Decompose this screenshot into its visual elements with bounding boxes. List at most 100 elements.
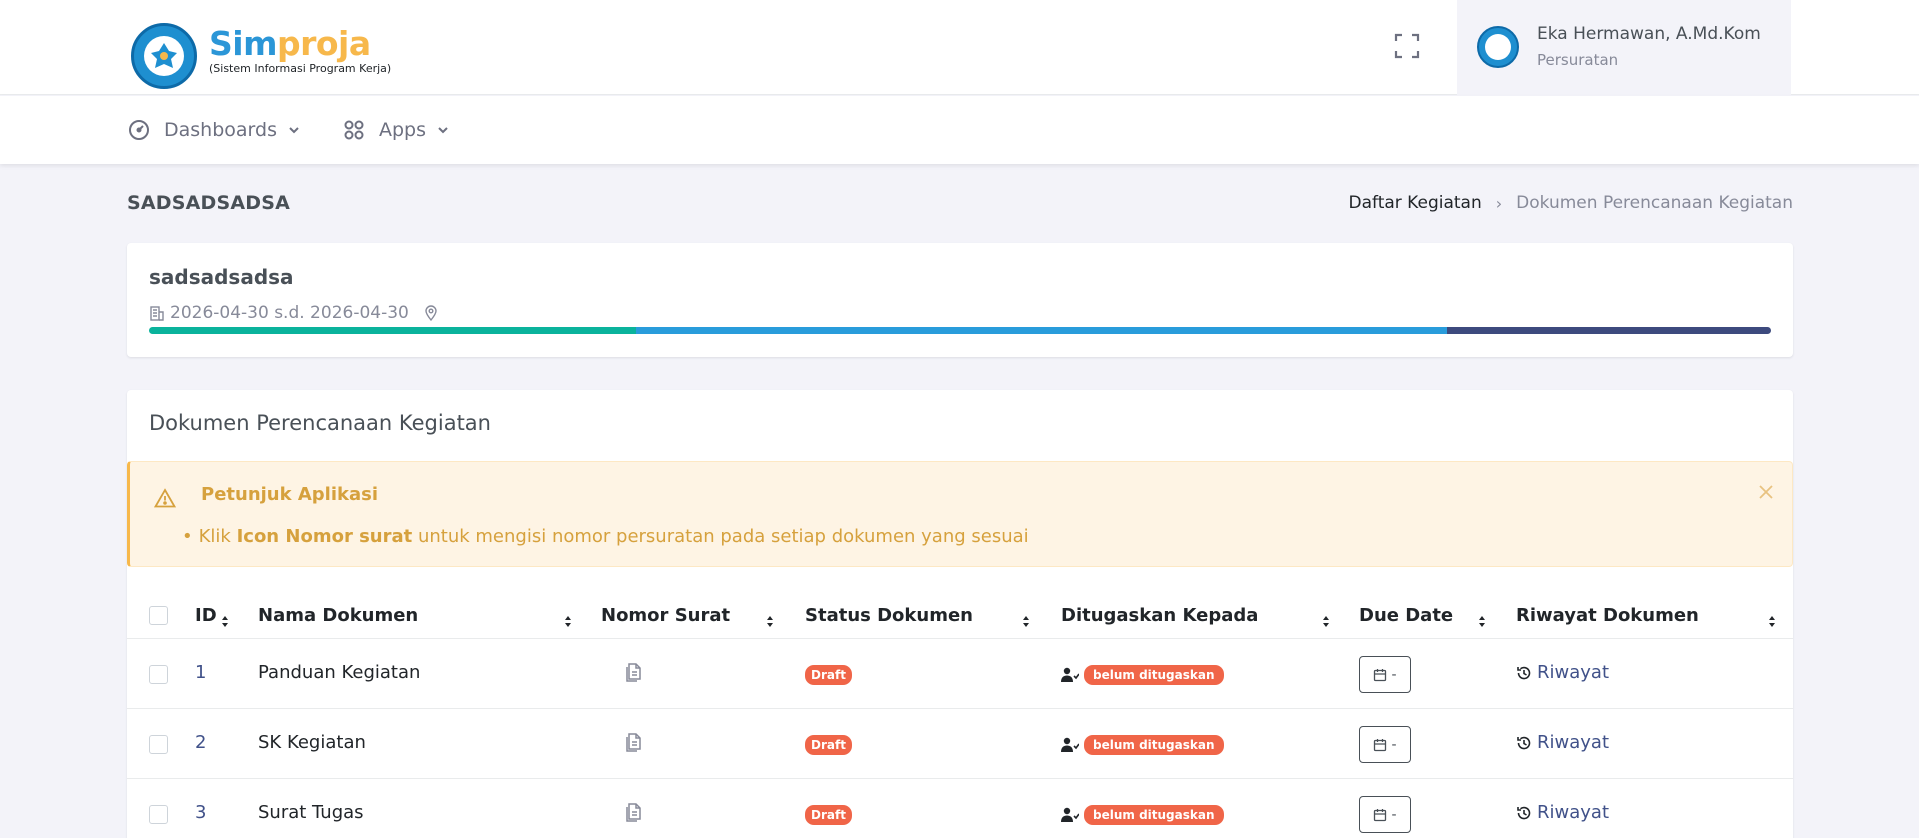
- activity-date-range: 2026-04-30 s.d. 2026-04-30: [170, 303, 409, 323]
- documents-card: Dokumen Perencanaan Kegiatan Petunjuk Ap…: [127, 390, 1793, 838]
- chevron-down-icon: [438, 127, 448, 134]
- alert-title: Petunjuk Aplikasi: [201, 484, 379, 505]
- brand-name-proja: proja: [276, 24, 371, 63]
- user-assign-icon: [1061, 737, 1079, 752]
- table-row: 2 SK Kegiatan Draft belum ditugaskan - R…: [127, 709, 1793, 779]
- topbar: Simproja (Sistem Informasi Program Kerja…: [0, 0, 1919, 95]
- progress-segment: [149, 327, 636, 334]
- sort-icon[interactable]: [1321, 611, 1331, 629]
- riwayat-link[interactable]: Riwayat: [1516, 662, 1609, 683]
- navbar: Dashboards Apps: [0, 96, 1919, 164]
- column-header-id[interactable]: ID: [195, 593, 217, 638]
- column-header-due-date[interactable]: Due Date: [1359, 593, 1453, 638]
- apps-grid-icon: [344, 120, 364, 140]
- document-number-icon[interactable]: [624, 661, 644, 683]
- breadcrumb-current: Dokumen Perencanaan Kegiatan: [1516, 193, 1793, 213]
- status-badge: Draft: [805, 735, 852, 755]
- alert-bullet-prefix: Klik: [198, 526, 237, 547]
- riwayat-link[interactable]: Riwayat: [1516, 802, 1609, 823]
- column-header-status[interactable]: Status Dokumen: [805, 593, 973, 638]
- column-header-ditugaskan[interactable]: Ditugaskan Kepada: [1061, 593, 1258, 638]
- due-date-button[interactable]: -: [1359, 726, 1411, 763]
- history-icon: [1517, 736, 1531, 749]
- history-icon: [1517, 806, 1531, 819]
- table-row: 3 Surat Tugas Draft belum ditugaskan - R…: [127, 779, 1793, 838]
- column-header-riwayat[interactable]: Riwayat Dokumen: [1516, 593, 1699, 638]
- nav-dashboards[interactable]: Dashboards: [128, 116, 301, 144]
- column-header-nomor[interactable]: Nomor Surat: [601, 593, 730, 638]
- table-row: 1 Panduan Kegiatan Draft belum ditugaska…: [127, 639, 1793, 709]
- brand-name-sim: Sim: [209, 24, 277, 63]
- row-id[interactable]: 2: [195, 732, 206, 753]
- alert-bullet-bold: Icon Nomor surat: [236, 526, 413, 547]
- sort-icon[interactable]: [1477, 611, 1487, 629]
- location-pin-icon: [425, 305, 437, 321]
- row-checkbox[interactable]: [149, 805, 168, 824]
- user-assign-icon: [1061, 667, 1079, 682]
- warning-icon: [154, 488, 176, 508]
- close-icon[interactable]: [1756, 482, 1776, 502]
- sort-icon[interactable]: [1767, 611, 1777, 629]
- activity-progress-bar: [149, 327, 1771, 334]
- calendar-icon: [1374, 738, 1387, 751]
- chevron-down-icon: [289, 127, 299, 134]
- row-document-name: Surat Tugas: [258, 802, 364, 823]
- sort-icon[interactable]: [1021, 611, 1031, 629]
- user-assign-icon: [1061, 807, 1079, 822]
- user-menu[interactable]: Eka Hermawan, A.Md.Kom Persuratan: [1457, 0, 1791, 95]
- calendar-icon: [1374, 808, 1387, 821]
- breadcrumb: Daftar Kegiatan › Dokumen Perencanaan Ke…: [1349, 193, 1793, 213]
- status-badge: Draft: [805, 805, 852, 825]
- activity-meta: 2026-04-30 s.d. 2026-04-30: [149, 303, 444, 323]
- row-id[interactable]: 3: [195, 802, 206, 823]
- riwayat-label: Riwayat: [1537, 732, 1609, 753]
- sort-icon[interactable]: [563, 611, 573, 629]
- column-header-nama[interactable]: Nama Dokumen: [258, 593, 418, 638]
- document-number-icon[interactable]: [624, 731, 644, 753]
- due-date-button[interactable]: -: [1359, 796, 1411, 833]
- assigned-badge: belum ditugaskan: [1084, 735, 1224, 755]
- row-document-name: Panduan Kegiatan: [258, 662, 421, 683]
- select-all-checkbox[interactable]: [149, 606, 168, 625]
- alert-bullet-suffix: untuk mengisi nomor persuratan pada seti…: [412, 526, 1029, 547]
- nav-apps-label: Apps: [379, 119, 427, 141]
- progress-segment: [635, 327, 1447, 334]
- assigned-badge: belum ditugaskan: [1084, 665, 1224, 685]
- brand-subtitle: (Sistem Informasi Program Kerja): [209, 62, 392, 75]
- app-logo-icon[interactable]: [131, 23, 197, 89]
- nav-dashboards-label: Dashboards: [164, 119, 277, 141]
- breadcrumb-link[interactable]: Daftar Kegiatan: [1349, 193, 1482, 213]
- status-badge: Draft: [805, 665, 852, 685]
- assigned-badge: belum ditugaskan: [1084, 805, 1224, 825]
- chevron-right-icon: ›: [1495, 193, 1503, 213]
- activity-name: sadsadsadsa: [149, 265, 294, 289]
- calendar-icon: [1374, 668, 1387, 681]
- row-checkbox[interactable]: [149, 665, 168, 684]
- avatar: [1477, 26, 1519, 68]
- riwayat-label: Riwayat: [1537, 802, 1609, 823]
- riwayat-label: Riwayat: [1537, 662, 1609, 683]
- due-date-button[interactable]: -: [1359, 656, 1411, 693]
- progress-segment: [1446, 327, 1771, 334]
- riwayat-link[interactable]: Riwayat: [1516, 732, 1609, 753]
- alert-bullet: • Klik Icon Nomor surat untuk mengisi nom…: [182, 526, 1029, 547]
- brand[interactable]: Simproja (Sistem Informasi Program Kerja…: [209, 24, 391, 75]
- due-date-value: -: [1391, 736, 1397, 753]
- sort-icon[interactable]: [765, 611, 775, 629]
- dashboard-icon: [129, 120, 149, 140]
- due-date-value: -: [1391, 666, 1397, 683]
- fullscreen-icon[interactable]: [1394, 33, 1420, 59]
- activity-card: sadsadsadsa 2026-04-30 s.d. 2026-04-30: [127, 243, 1793, 357]
- sort-icon[interactable]: [220, 611, 230, 629]
- due-date-value: -: [1391, 806, 1397, 823]
- documents-title: Dokumen Perencanaan Kegiatan: [149, 411, 491, 435]
- page-title: SADSADSADSA: [127, 192, 291, 214]
- user-role: Persuratan: [1537, 51, 1619, 69]
- nav-apps[interactable]: Apps: [343, 116, 450, 144]
- building-icon: [150, 306, 164, 321]
- row-checkbox[interactable]: [149, 735, 168, 754]
- document-number-icon[interactable]: [624, 801, 644, 823]
- user-name: Eka Hermawan, A.Md.Kom: [1537, 24, 1761, 44]
- row-id[interactable]: 1: [195, 662, 206, 683]
- row-document-name: SK Kegiatan: [258, 732, 366, 753]
